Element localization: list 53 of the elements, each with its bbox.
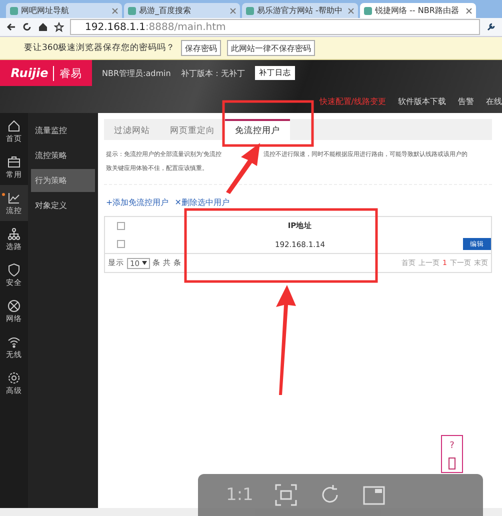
network-icon	[7, 226, 21, 240]
chart-icon	[7, 190, 21, 204]
favicon-icon	[128, 6, 136, 14]
logo: Ruijie 睿易	[0, 60, 92, 86]
close-icon[interactable]	[230, 8, 236, 14]
help-button[interactable]: ?	[450, 436, 454, 456]
globe-icon	[7, 298, 21, 312]
header-link[interactable]: 快速配置/线路变更	[319, 96, 386, 107]
tab[interactable]: 免流控用户	[225, 119, 290, 140]
address-field[interactable]: 192.168.1.1:8888/main.htm	[70, 19, 480, 35]
close-icon[interactable]	[466, 8, 472, 14]
browser-tab[interactable]: 锐捷网络 -- NBR路由器	[360, 3, 476, 18]
password-message: 要让360极速浏览器保存您的密码吗？	[24, 42, 176, 54]
refresh-icon[interactable]	[22, 22, 32, 32]
home-icon[interactable]	[38, 22, 48, 32]
admin-label: NBR管理员:admin	[102, 68, 171, 78]
header-link[interactable]: 在线	[486, 96, 502, 107]
tab[interactable]: 网页重定向	[160, 119, 225, 140]
header-link[interactable]: 软件版本下载	[398, 96, 446, 107]
home-icon	[7, 118, 21, 132]
password-button[interactable]: 保存密码	[181, 40, 222, 56]
submenu-item[interactable]: 流量监控	[31, 119, 95, 142]
tab[interactable]: 过滤网站	[104, 119, 160, 140]
browser-tab[interactable]: 易游_百度搜索	[124, 3, 240, 18]
star-icon[interactable]	[54, 22, 64, 32]
briefcase-icon	[7, 154, 21, 168]
favicon-icon	[246, 6, 254, 14]
header-link[interactable]: 告警	[458, 96, 474, 107]
patch-label: 补丁版本：无补丁	[180, 68, 245, 78]
browser-tab[interactable]: 易乐游官方网站 -帮助中	[242, 3, 358, 18]
browser-tab[interactable]: 网吧网址导航	[6, 3, 122, 18]
close-icon[interactable]	[348, 8, 354, 14]
submenu-item[interactable]: 对象定义	[31, 194, 95, 217]
close-icon[interactable]	[112, 8, 118, 14]
window-icon[interactable]	[363, 484, 386, 506]
back-icon[interactable]	[6, 22, 16, 32]
action-link[interactable]: +添加免流控用户	[106, 197, 169, 208]
wifi-icon	[7, 334, 21, 348]
password-button[interactable]: 此网站一律不保存密码	[227, 40, 316, 56]
wrench-icon[interactable]	[486, 22, 496, 32]
shield-icon	[7, 262, 21, 276]
fit-icon[interactable]	[275, 484, 298, 506]
arrow	[226, 142, 262, 194]
checkbox[interactable]	[117, 222, 125, 230]
action-link[interactable]: ✕删除选中用户	[174, 197, 230, 208]
gear-icon	[7, 370, 21, 384]
checkbox[interactable]	[117, 240, 125, 248]
submenu-item[interactable]: 流控策略	[31, 144, 95, 167]
favicon-icon	[364, 6, 372, 14]
phone-icon[interactable]	[447, 456, 457, 472]
favicon-icon	[10, 6, 18, 14]
submenu-item[interactable]: 行为策略	[31, 169, 95, 192]
caret-icon	[142, 261, 147, 265]
